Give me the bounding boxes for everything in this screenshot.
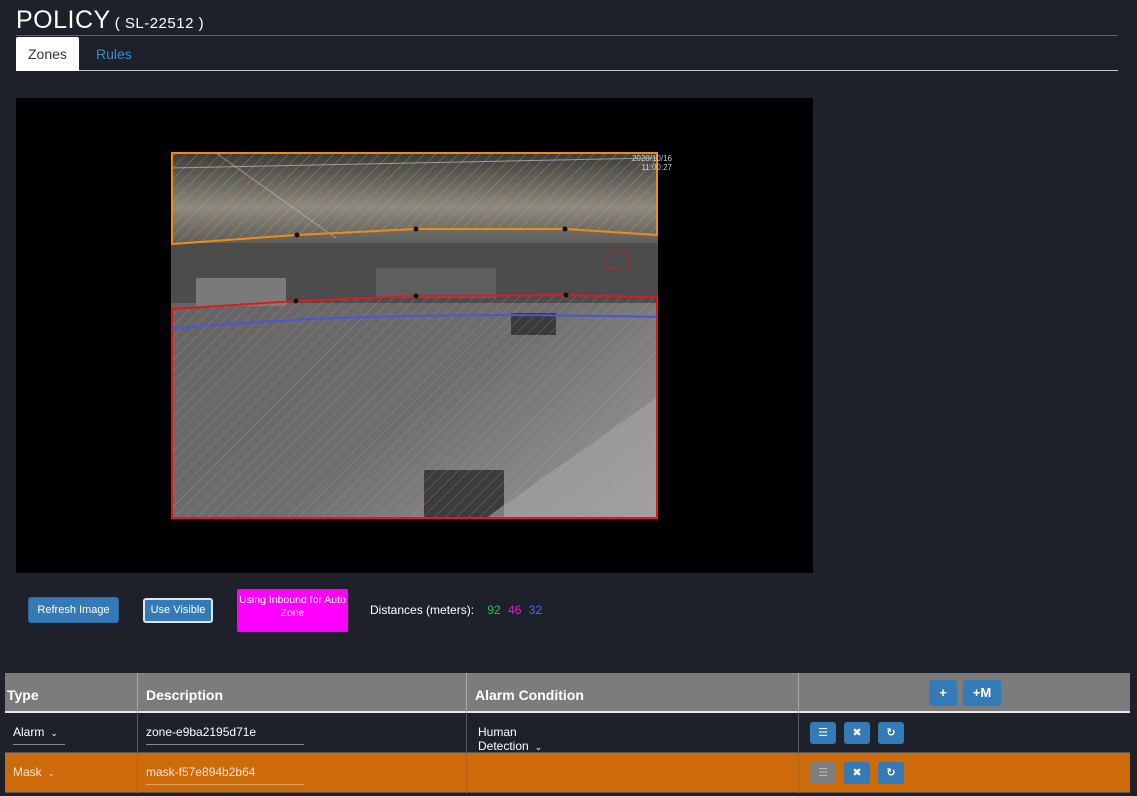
- table-header: Type Description Alarm Condition + +M: [5, 673, 1130, 713]
- alarm-condition-cell: [466, 753, 798, 793]
- timestamp-date: 2020/10/16: [631, 154, 672, 163]
- refresh-image-button[interactable]: Refresh Image: [28, 597, 119, 623]
- chevron-down-icon: ⌄: [47, 768, 56, 778]
- description-input[interactable]: zone-e9ba2195d71e: [146, 725, 304, 745]
- type-select-value: Mask: [13, 765, 42, 779]
- refresh-icon[interactable]: ↻: [878, 762, 904, 784]
- zones-table: Type Description Alarm Condition + +M Al…: [5, 673, 1130, 793]
- tab-rules[interactable]: Rules: [84, 37, 144, 71]
- type-select-value: Alarm: [13, 725, 45, 739]
- timestamp-time: 11:00:27: [641, 163, 672, 172]
- chevron-down-icon: ⌄: [50, 728, 58, 738]
- description-input[interactable]: mask-f57e894b2b64: [146, 765, 304, 785]
- alarm-condition-cell: Human Detection ⌄: [466, 713, 798, 759]
- type-cell: Mask ⌄: [5, 753, 137, 793]
- page-header: POLICY( SL-22512 ): [16, 6, 1118, 36]
- header-alarm-condition: Alarm Condition: [466, 673, 798, 713]
- chevron-down-icon: ⌄: [534, 742, 543, 752]
- header-type: Type: [7, 687, 39, 703]
- list-icon[interactable]: ☰: [810, 722, 836, 744]
- tab-zones[interactable]: Zones: [16, 37, 79, 71]
- description-cell: mask-f57e894b2b64: [137, 753, 466, 793]
- close-icon[interactable]: ✖: [844, 722, 870, 744]
- type-select[interactable]: Mask ⌄: [13, 765, 61, 784]
- distances-readout: Distances (meters): 92 46 32: [370, 603, 542, 617]
- actions-cell: ☰ ✖ ↻: [798, 753, 1130, 793]
- header-description: Description: [137, 673, 466, 713]
- type-select[interactable]: Alarm ⌄: [13, 725, 65, 745]
- page-title-text: POLICY: [16, 6, 111, 34]
- camera-view[interactable]: 2020/10/16 11:00:27: [16, 98, 813, 573]
- thermal-image: [170, 152, 658, 519]
- page-title: POLICY( SL-22512 ): [16, 6, 204, 34]
- table-row: Alarm ⌄ zone-e9ba2195d71e Human Detection…: [5, 713, 1130, 759]
- distances-label: Distances (meters):: [370, 603, 475, 617]
- refresh-icon[interactable]: ↻: [878, 722, 904, 744]
- tab-bar: Zones Rules: [16, 37, 1118, 71]
- type-cell: Alarm ⌄: [5, 713, 137, 753]
- add-multi-zone-button[interactable]: +M: [963, 680, 1001, 706]
- alarm-condition-value: Human Detection: [478, 725, 529, 753]
- image-timestamp: 2020/10/16 11:00:27: [612, 154, 672, 172]
- auto-zone-button[interactable]: Using Inbound for Auto Zone: [237, 589, 348, 632]
- distance-value-blue: 32: [528, 603, 543, 617]
- close-icon[interactable]: ✖: [844, 762, 870, 784]
- add-zone-button[interactable]: +: [929, 680, 957, 706]
- distance-value-green: 92: [487, 603, 501, 617]
- policy-id: ( SL-22512 ): [114, 15, 205, 32]
- actions-cell: ☰ ✖ ↻: [798, 713, 1130, 753]
- use-visible-button[interactable]: Use Visible: [143, 598, 213, 623]
- table-row: Mask ⌄ mask-f57e894b2b64 ☰ ✖ ↻: [5, 753, 1130, 793]
- distance-value-magenta: 46: [508, 603, 522, 617]
- header-actions: + +M: [798, 673, 1130, 713]
- list-icon: ☰: [810, 762, 836, 784]
- description-cell: zone-e9ba2195d71e: [137, 713, 466, 753]
